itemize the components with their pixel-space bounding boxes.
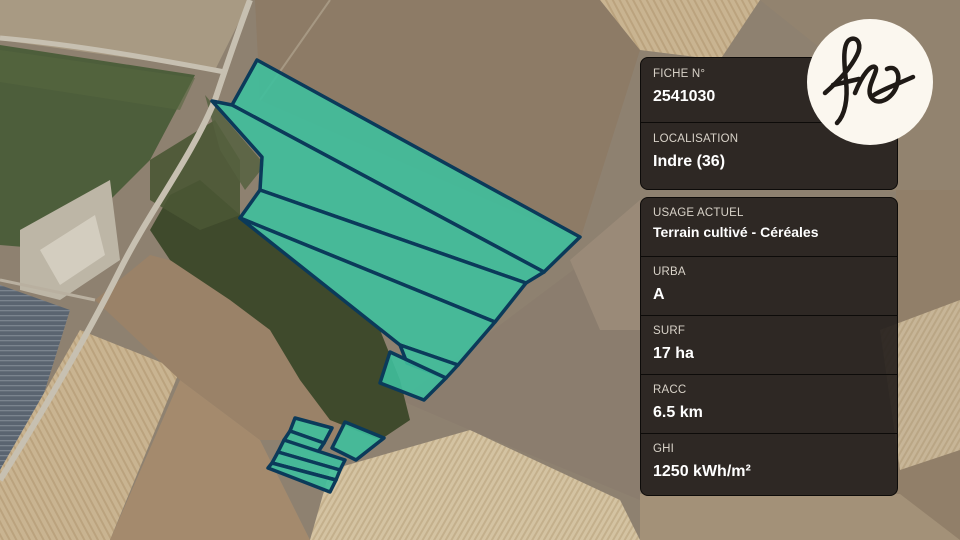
racc-label: RACC: [653, 384, 687, 396]
localisation-value: Indre (36): [653, 153, 726, 170]
info-card-characteristics: USAGE ACTUEL Terrain cultivé - Céréales …: [640, 197, 898, 496]
ghi-label: GHI: [653, 443, 675, 455]
usage-label: USAGE ACTUEL: [653, 207, 744, 219]
racc-field: RACC 6.5 km: [641, 375, 897, 434]
usage-value: Terrain cultivé - Céréales: [653, 224, 819, 240]
surf-label: SURF: [653, 325, 686, 337]
surf-value: 17 ha: [653, 345, 694, 362]
racc-value: 6.5 km: [653, 404, 703, 421]
usage-field: USAGE ACTUEL Terrain cultivé - Céréales: [641, 198, 897, 257]
ghi-value: 1250 kWh/m²: [653, 463, 751, 480]
brand-logo: [807, 19, 933, 145]
ghi-field: GHI 1250 kWh/m²: [641, 434, 897, 495]
fs-monogram-icon: [822, 36, 916, 126]
urba-field: URBA A: [641, 257, 897, 316]
urba-value: A: [653, 286, 665, 303]
surf-field: SURF 17 ha: [641, 316, 897, 375]
urba-label: URBA: [653, 266, 686, 278]
